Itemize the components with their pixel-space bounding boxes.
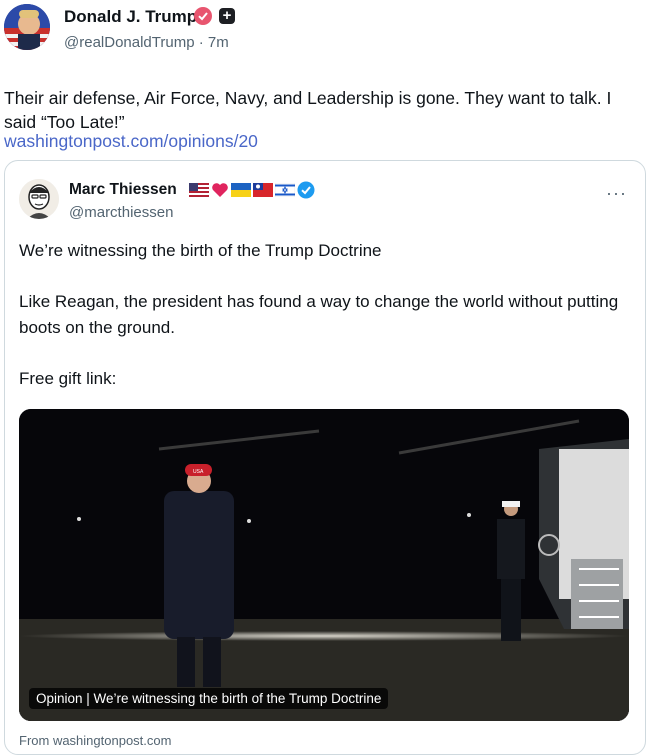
author-handle[interactable]: @realDonaldTrump <box>64 34 195 51</box>
quoted-post-card[interactable]: Marc Thiessen @marcthiessen ··· We’re wi… <box>4 160 646 755</box>
link-source[interactable]: From washingtonpost.com <box>19 733 171 748</box>
author-meta: @realDonaldTrump · 7m <box>64 34 229 51</box>
author-avatar[interactable] <box>4 4 50 50</box>
taiwan-flag-icon <box>253 183 273 197</box>
quoted-author-avatar[interactable] <box>19 179 59 219</box>
post-text: Their air defense, Air Force, Navy, and … <box>4 88 612 132</box>
post-link[interactable]: washingtonpost.com/opinions/20 <box>4 131 258 152</box>
night-helicopter-scene: USA <box>19 409 629 721</box>
meta-separator: · <box>198 34 204 51</box>
heart-icon <box>212 183 228 197</box>
verified-badge-icon <box>194 7 212 25</box>
ukraine-flag-icon <box>231 183 251 197</box>
post-header: Donald J. Trump + @realDonaldTrump · 7m <box>0 0 650 60</box>
post-time[interactable]: 7m <box>208 34 229 51</box>
quoted-paragraph-2: Like Reagan, the president has found a w… <box>19 292 619 337</box>
israel-flag-icon <box>275 183 295 197</box>
more-options-icon[interactable]: ··· <box>606 183 627 204</box>
quoted-author-flags <box>189 181 315 199</box>
quoted-author-name[interactable]: Marc Thiessen <box>69 181 177 199</box>
media-caption: Opinion | We’re witnessing the birth of … <box>29 688 389 709</box>
verified-check-icon <box>297 181 315 199</box>
link-preview-image[interactable]: USA Opinion | We’re witnessing the birth… <box>19 409 629 721</box>
hat-text: USA <box>193 469 204 475</box>
quoted-paragraph-3: Free gift link: <box>19 369 117 388</box>
author-name[interactable]: Donald J. Trump <box>64 7 197 27</box>
quoted-author-handle[interactable]: @marcthiessen <box>69 204 173 221</box>
us-flag-icon <box>189 183 209 197</box>
quoted-paragraph-1: We’re witnessing the birth of the Trump … <box>19 241 382 260</box>
plus-square-icon: + <box>219 8 235 24</box>
